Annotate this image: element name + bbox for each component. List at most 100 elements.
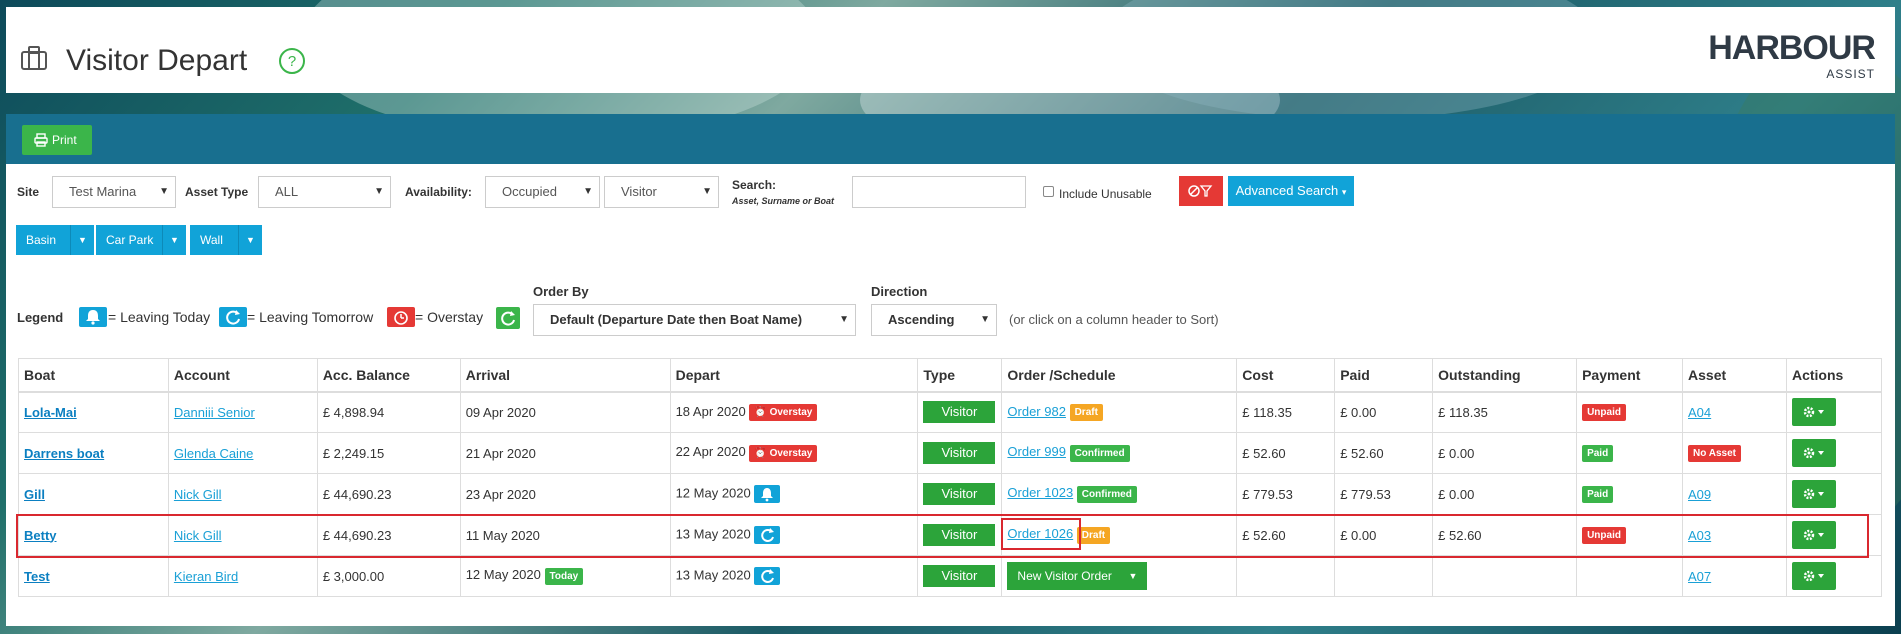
- depart-cell: 22 Apr 2020 ⏰ Overstay: [669, 432, 919, 474]
- depart-cell: 13 May 2020: [669, 555, 919, 597]
- departures-table: Boat Account Acc. Balance Arrival Depart…: [18, 358, 1883, 597]
- balance-cell: £ 4,898.94: [316, 391, 461, 433]
- filters-row: Site Test Marina ▼ Asset Type ALL ▼ Availa…: [6, 176, 1895, 216]
- refresh-icon: [754, 567, 781, 585]
- account-link[interactable]: Nick Gill: [174, 487, 222, 502]
- column-header[interactable]: Order /Schedule: [1001, 358, 1238, 393]
- arrival-cell: 23 Apr 2020: [459, 473, 671, 515]
- site-select[interactable]: Test Marina ▼: [52, 176, 176, 208]
- account-link[interactable]: Glenda Caine: [174, 446, 254, 461]
- order-by-select[interactable]: Default (Departure Date then Boat Name) ▼: [533, 304, 856, 336]
- legend-row: Legend = Leaving Today = Leaving Tomorro…: [6, 284, 1895, 360]
- payment-badge: Unpaid: [1582, 403, 1626, 421]
- actions-button[interactable]: [1791, 480, 1836, 508]
- actions-button[interactable]: [1791, 439, 1836, 467]
- order-by-label: Order By: [533, 284, 589, 299]
- clear-filter-button[interactable]: [1179, 176, 1223, 206]
- availability-type-select[interactable]: Visitor ▼: [604, 176, 719, 208]
- svg-text:?: ?: [288, 53, 296, 70]
- leaving-tomorrow-label: = Leaving Tomorrow: [247, 309, 374, 325]
- table-header-row: Boat Account Acc. Balance Arrival Depart…: [18, 358, 1883, 393]
- table-row: Gill Nick Gill £ 44,690.23 23 Apr 2020 1…: [18, 473, 1883, 515]
- chevron-down-icon: ▼: [159, 186, 169, 197]
- cost-cell: £ 779.53: [1236, 473, 1336, 515]
- type-button[interactable]: Visitor: [923, 401, 996, 424]
- include-unusable-label: Include Unusable: [1059, 187, 1152, 201]
- include-unusable-checkbox[interactable]: [1043, 186, 1054, 197]
- type-button[interactable]: Visitor: [923, 565, 996, 587]
- boat-link[interactable]: Lola-Mai: [24, 405, 77, 420]
- actions-button[interactable]: [1791, 398, 1836, 427]
- order-link[interactable]: Order 982: [1007, 404, 1066, 419]
- column-header[interactable]: Payment: [1576, 358, 1684, 393]
- cost-cell: £ 52.60: [1236, 432, 1336, 474]
- order-link[interactable]: Order 1023: [1007, 485, 1073, 500]
- direction-label: Direction: [871, 284, 928, 299]
- asset-link[interactable]: A09: [1688, 487, 1711, 502]
- column-header[interactable]: Account: [167, 358, 318, 393]
- table-row: Darrens boat Glenda Caine £ 2,249.15 21 …: [18, 432, 1883, 474]
- type-button[interactable]: Visitor: [923, 442, 996, 464]
- availability-select[interactable]: Occupied ▼: [485, 176, 600, 208]
- column-header: Actions: [1785, 358, 1883, 393]
- boat-link[interactable]: Gill: [24, 487, 45, 502]
- boat-link[interactable]: Darrens boat: [24, 446, 104, 461]
- boat-link[interactable]: Test: [24, 569, 50, 584]
- column-header[interactable]: Type: [917, 358, 1003, 393]
- column-header[interactable]: Arrival: [459, 358, 671, 393]
- briefcase-icon: [21, 46, 47, 70]
- payment-cell: [1576, 555, 1684, 597]
- advanced-search-button[interactable]: Advanced Search ▾: [1228, 176, 1354, 206]
- refresh-icon: [219, 307, 247, 327]
- type-button[interactable]: Visitor: [923, 483, 996, 505]
- column-header[interactable]: Outstanding: [1432, 358, 1578, 393]
- asset-link[interactable]: A04: [1688, 405, 1711, 420]
- chevron-down-icon: ▼: [162, 225, 186, 255]
- payment-badge: Paid: [1582, 444, 1614, 462]
- order-highlight: [1001, 518, 1081, 550]
- basin-dropdown-button[interactable]: Basin ▼: [16, 225, 94, 255]
- column-header[interactable]: Acc. Balance: [316, 358, 461, 393]
- column-header[interactable]: Depart: [669, 358, 919, 393]
- leaving-today-label: = Leaving Today: [108, 309, 211, 325]
- wall-dropdown-button[interactable]: Wall ▼: [190, 225, 262, 255]
- chevron-down-icon: ▾: [1341, 187, 1347, 197]
- asset-link[interactable]: A07: [1688, 569, 1711, 584]
- order-link[interactable]: Order 999: [1007, 444, 1066, 459]
- column-header[interactable]: Boat: [18, 358, 169, 393]
- actions-button[interactable]: [1791, 562, 1836, 590]
- account-link[interactable]: Danniii Senior: [174, 405, 255, 420]
- paid-cell: £ 779.53: [1334, 473, 1434, 515]
- filter-clear-icon: [1188, 185, 1213, 197]
- car-park-dropdown-button[interactable]: Car Park ▼: [96, 225, 186, 255]
- column-header[interactable]: Cost: [1236, 358, 1336, 393]
- column-header[interactable]: Paid: [1334, 358, 1434, 393]
- gear-icon: [1803, 488, 1824, 500]
- search-label: Search:: [732, 178, 777, 192]
- help-icon[interactable]: ?: [278, 47, 306, 75]
- refresh-icon[interactable]: [496, 307, 520, 329]
- direction-select[interactable]: Ascending ▼: [871, 304, 997, 336]
- alarm-clock-icon: [387, 307, 415, 327]
- chevron-down-icon: ▼: [839, 314, 849, 325]
- panel-toolbar: Print: [6, 114, 1895, 164]
- row-highlight: [16, 514, 1869, 558]
- outstanding-cell: £ 0.00: [1432, 473, 1578, 515]
- chevron-down-icon: ▼: [980, 314, 990, 325]
- overstay-badge: ⏰ Overstay: [749, 403, 818, 421]
- outstanding-cell: £ 0.00: [1432, 432, 1578, 474]
- search-input[interactable]: [852, 176, 1026, 208]
- balance-cell: £ 2,249.15: [316, 432, 461, 474]
- outstanding-cell: [1432, 555, 1578, 597]
- asset-type-select[interactable]: ALL ▼: [258, 176, 391, 208]
- search-hint: Asset, Surname or Boat: [732, 196, 835, 206]
- sort-hint: (or click on a column header to Sort): [1009, 312, 1219, 327]
- overstay-badge: ⏰ Overstay: [749, 444, 818, 462]
- column-header[interactable]: Asset: [1682, 358, 1787, 393]
- new-visitor-order-button[interactable]: New Visitor Order ▼: [1007, 562, 1148, 590]
- account-link[interactable]: Kieran Bird: [174, 569, 238, 584]
- site-label: Site: [17, 185, 40, 199]
- print-button[interactable]: Print: [22, 125, 92, 155]
- page-header: Visitor Depart ? HARBOUR ASSIST: [6, 7, 1895, 93]
- cost-cell: [1236, 555, 1336, 597]
